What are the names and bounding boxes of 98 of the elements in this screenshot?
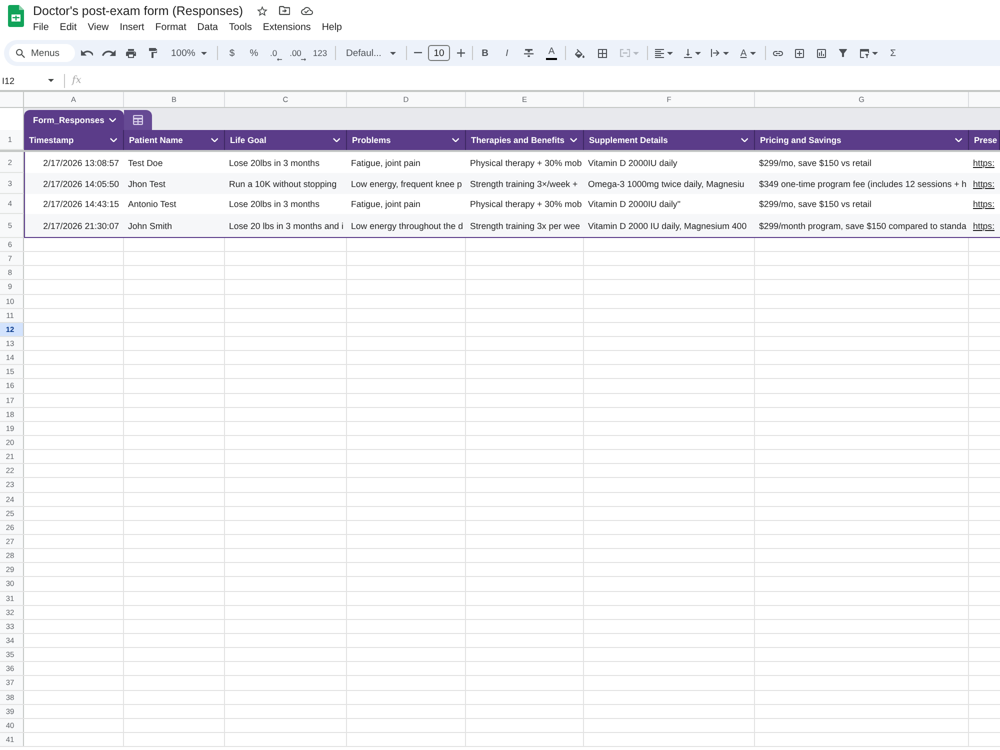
caret-down-icon: [750, 52, 756, 54]
wrap-arrow-icon: [711, 49, 720, 57]
table-name-tab[interactable]: Form_Responses: [24, 110, 124, 130]
increase-decimal-button[interactable]: .00: [287, 42, 309, 64]
grid-icon: [598, 48, 606, 58]
paint-bucket-icon: [575, 48, 585, 58]
caret-down-icon: [633, 52, 640, 54]
link[interactable]: https:: [973, 221, 995, 231]
column-title: Prese: [974, 135, 998, 145]
chevron-down-icon[interactable]: [210, 138, 218, 142]
folder-arrow-icon[interactable]: [278, 6, 290, 15]
table-cell: $349 one-time program fee (includes 12 sessions + h: [755, 173, 969, 194]
link-icon: [773, 50, 783, 56]
table-cell: Strength training 3x per wee: [466, 214, 584, 238]
search-field[interactable]: Menus: [9, 44, 75, 62]
chevron-down-icon[interactable]: [570, 138, 577, 142]
function-label: fx: [72, 75, 82, 86]
column-title: Pricing and Savings: [760, 135, 842, 145]
print-icon: [126, 48, 136, 58]
caret-down-icon: [694, 52, 700, 54]
chevron-down-icon: [108, 118, 116, 122]
left-arrow-icon: [277, 58, 282, 61]
font-dropdown[interactable]: Defaul...: [339, 42, 401, 64]
align-left-icon: [655, 48, 664, 58]
merge-icon: [620, 49, 630, 57]
menu-item[interactable]: File: [33, 22, 49, 33]
italic-button[interactable]: I: [496, 42, 518, 64]
zoom-dropdown[interactable]: 100%: [164, 42, 212, 64]
filter-icon: [839, 49, 847, 57]
star-icon[interactable]: [257, 6, 268, 16]
caret-down-icon: [872, 52, 878, 54]
font-size-field[interactable]: 10: [428, 45, 450, 61]
right-arrow-icon: [301, 58, 306, 61]
undo-icon: [80, 50, 94, 56]
table-cell: Lose 20 lbs in 3 months and i: [225, 214, 347, 238]
table-cell: Low energy, frequent knee p: [347, 173, 466, 194]
paint-roller-icon: [148, 48, 158, 58]
menu-item[interactable]: Help: [322, 22, 342, 33]
search-icon: [16, 48, 25, 58]
table-cell: Run a 10K without stopping: [225, 173, 347, 194]
align-bottom-icon: [684, 48, 692, 58]
column-title: Life Goal: [230, 135, 266, 145]
menu-item[interactable]: Data: [197, 22, 218, 33]
caret-down-icon: [722, 52, 729, 54]
bold-button[interactable]: B: [474, 42, 496, 64]
link[interactable]: https:: [973, 178, 995, 188]
menu-item[interactable]: Insert: [120, 22, 144, 33]
link[interactable]: https:: [973, 199, 995, 209]
chevron-down-icon[interactable]: [110, 138, 117, 142]
table-cell: Vitamin D 2000 IU daily, Magnesium 400: [584, 214, 755, 238]
column-title: Therapies and Benefits: [471, 135, 565, 145]
column-title: Supplement Details: [589, 135, 668, 145]
minus-icon: [414, 52, 422, 54]
table-filter-icon: [860, 48, 869, 58]
table-cell: Low energy throughout the d: [347, 214, 466, 238]
decrease-decimal-button[interactable]: .0: [265, 42, 287, 64]
table-cell: Jhon Test: [124, 173, 225, 194]
table-icon: [133, 115, 143, 125]
menu-item[interactable]: Extensions: [262, 22, 311, 33]
table-cell: Strength training 3×/week +: [466, 173, 584, 194]
caret-down-icon: [48, 79, 54, 82]
document-title[interactable]: Doctor's post-exam form (Responses): [33, 4, 244, 18]
cloud-check-icon[interactable]: [300, 6, 313, 14]
spreadsheet-icon[interactable]: [8, 5, 24, 27]
table-menu-tab[interactable]: [124, 110, 152, 130]
redo-icon: [102, 50, 116, 56]
chevron-down-icon[interactable]: [740, 138, 748, 142]
menu-item[interactable]: Tools: [229, 22, 252, 33]
menu-item[interactable]: Format: [155, 22, 186, 33]
functions-button[interactable]: Σ: [884, 42, 902, 64]
strikethrough-icon: [524, 49, 534, 57]
column-title: Timestamp: [29, 135, 74, 145]
menu-item[interactable]: Edit: [60, 22, 77, 33]
table-cell: Omega-3 1000mg twice daily, Magnesiu: [584, 173, 755, 194]
table-cell: John Smith: [124, 214, 225, 238]
plus-icon: [457, 49, 465, 57]
chevron-down-icon[interactable]: [332, 138, 340, 142]
caret-down-icon: [667, 52, 673, 54]
chevron-down-icon[interactable]: [954, 138, 962, 142]
bar-chart-icon: [816, 48, 826, 58]
table-cell: $299/month program, save $150 compared to standa: [755, 214, 969, 238]
caret-down-icon: [201, 52, 207, 54]
text-rotation-button[interactable]: A: [734, 42, 762, 64]
link[interactable]: https:: [973, 158, 995, 168]
text-color-button[interactable]: A: [540, 42, 563, 64]
more-formats-button[interactable]: 123: [309, 42, 331, 64]
caret-down-icon: [390, 52, 396, 54]
comment-plus-icon: [794, 48, 804, 58]
column-title: Problems: [352, 135, 391, 145]
currency-format-button[interactable]: $: [221, 42, 243, 64]
table-cell: 2/17/2026 21:30:07: [24, 214, 124, 238]
percent-format-button[interactable]: %: [243, 42, 265, 64]
menu-item[interactable]: View: [88, 22, 109, 33]
table-cell: 2/17/2026 14:05:50: [24, 173, 124, 194]
chevron-down-icon[interactable]: [452, 138, 459, 142]
color-swatch-icon: [546, 58, 557, 60]
column-title: Patient Name: [129, 135, 183, 145]
name-box[interactable]: I12: [0, 72, 60, 89]
